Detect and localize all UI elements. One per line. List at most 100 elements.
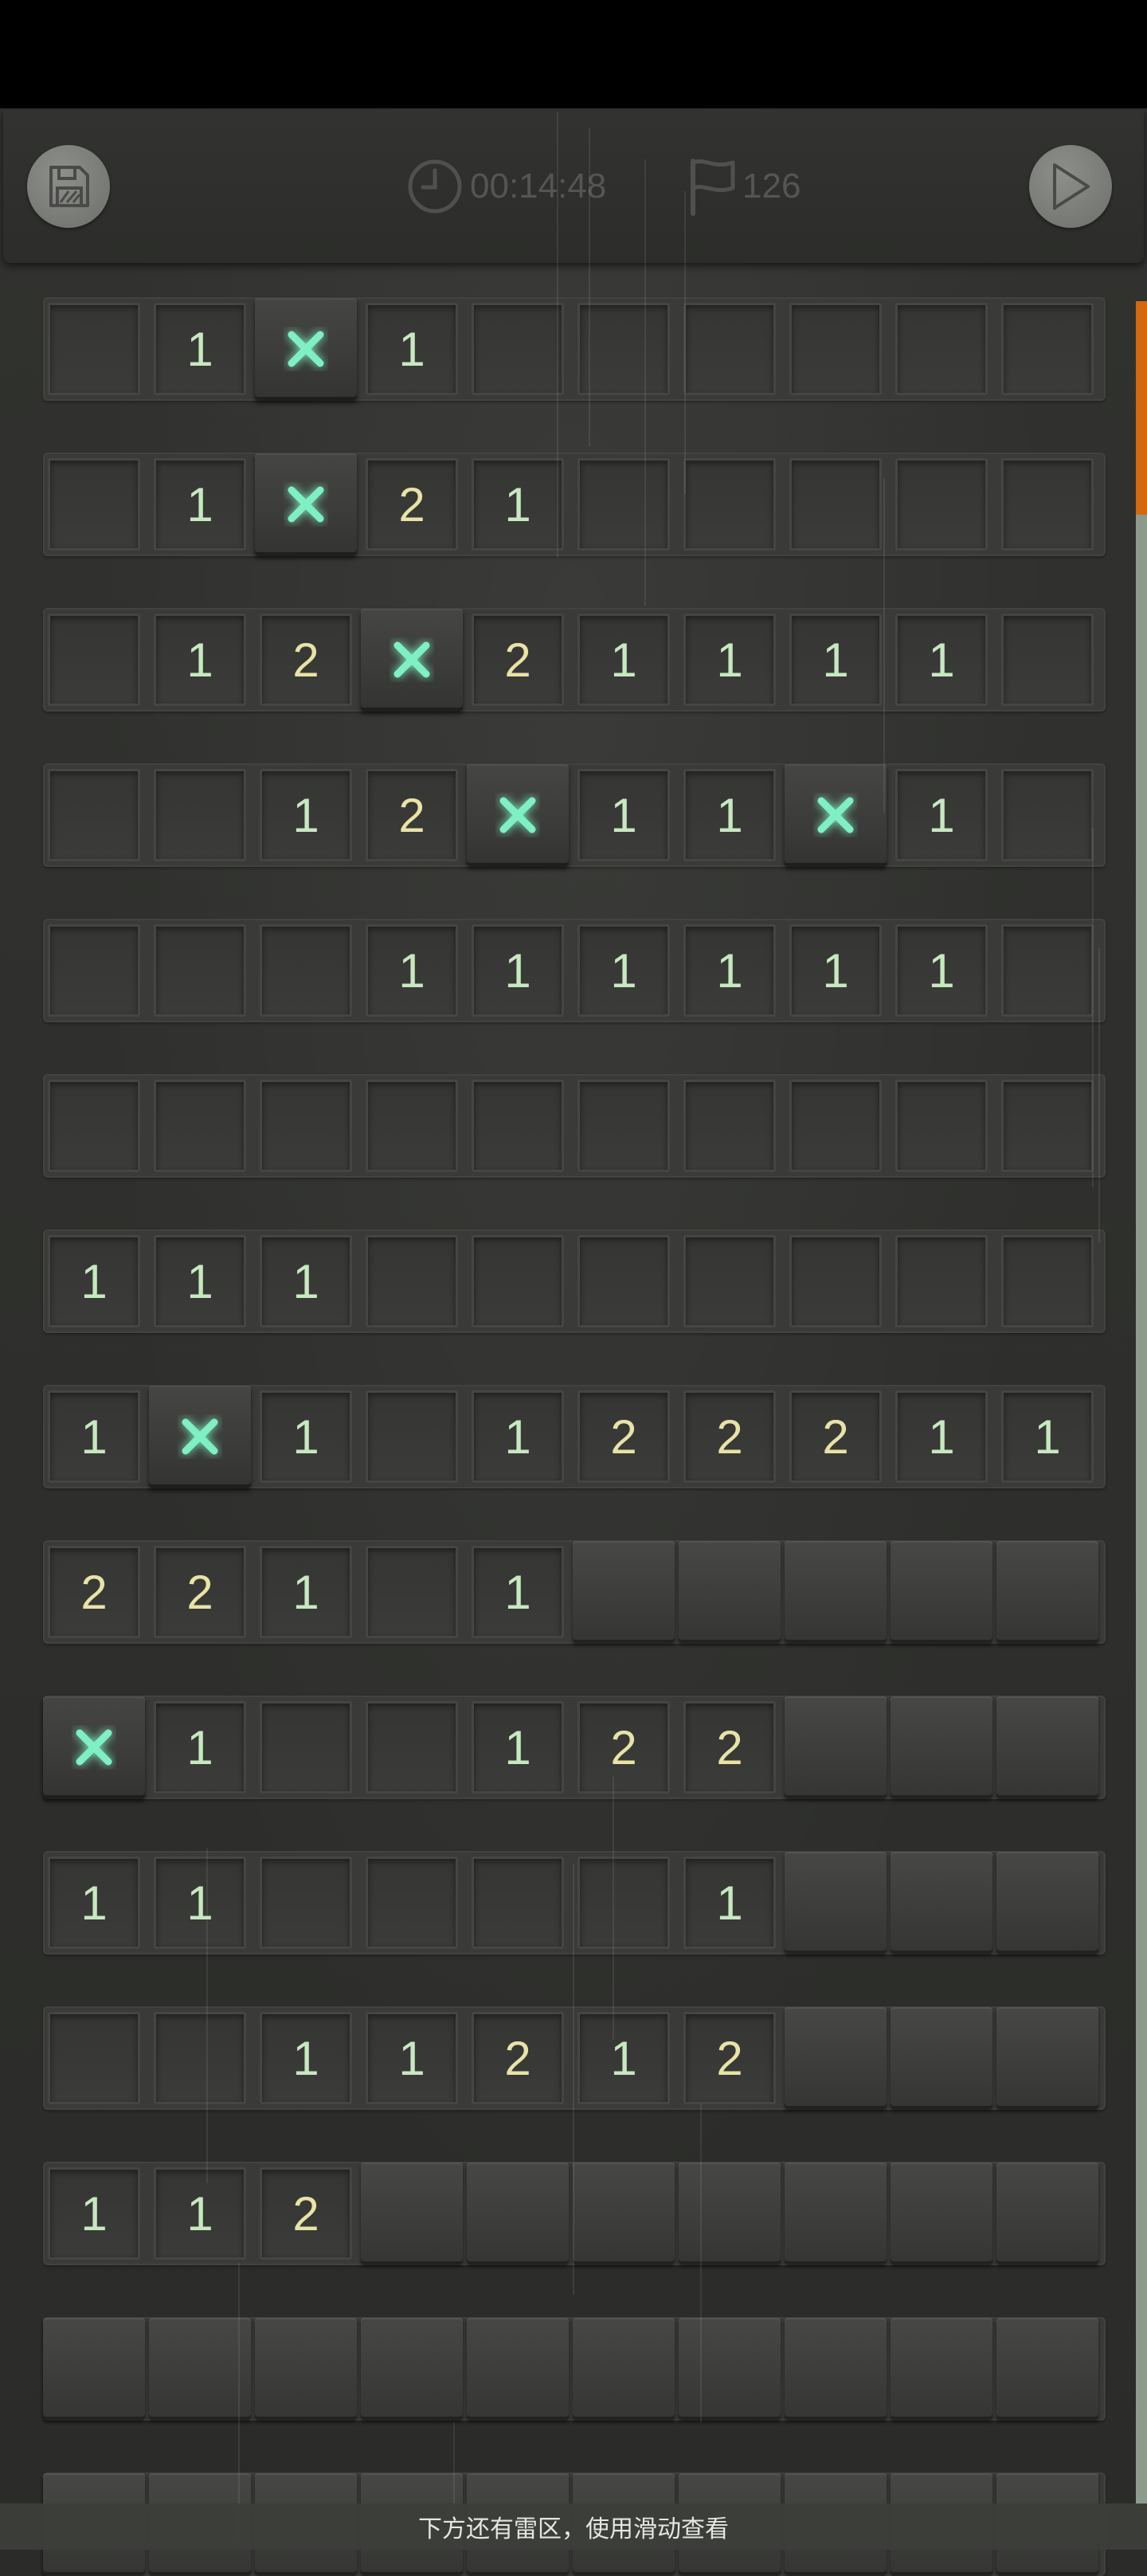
empty-cell[interactable]: [48, 2012, 140, 2104]
number-cell[interactable]: 1: [154, 614, 246, 706]
flagged-mine-cell[interactable]: [43, 1696, 145, 1798]
number-cell[interactable]: 1: [683, 769, 776, 861]
scrollbar[interactable]: [1136, 301, 1147, 2504]
number-cell[interactable]: 1: [366, 924, 458, 1017]
number-cell[interactable]: 1: [683, 614, 776, 706]
number-cell[interactable]: 1: [48, 1857, 140, 1949]
empty-cell[interactable]: [577, 1857, 670, 1949]
number-cell[interactable]: 1: [366, 2012, 458, 2104]
number-cell[interactable]: 1: [154, 2167, 246, 2260]
number-cell[interactable]: 1: [154, 1857, 246, 1949]
number-cell[interactable]: 2: [260, 614, 352, 706]
empty-cell[interactable]: [683, 303, 776, 395]
empty-cell[interactable]: [1001, 1235, 1094, 1327]
unrevealed-cell[interactable]: [996, 2007, 1098, 2109]
number-cell[interactable]: 1: [472, 1546, 564, 1638]
number-cell[interactable]: 1: [895, 1390, 988, 1483]
save-button[interactable]: [27, 145, 110, 228]
unrevealed-cell[interactable]: [785, 1696, 887, 1798]
empty-cell[interactable]: [472, 1080, 564, 1172]
number-cell[interactable]: 1: [472, 458, 564, 551]
number-cell[interactable]: 2: [48, 1546, 140, 1638]
empty-cell[interactable]: [1001, 614, 1094, 706]
unrevealed-cell[interactable]: [891, 1541, 992, 1643]
empty-cell[interactable]: [366, 1701, 458, 1794]
empty-cell[interactable]: [48, 924, 140, 1017]
unrevealed-cell[interactable]: [785, 2318, 887, 2420]
unrevealed-cell[interactable]: [679, 2318, 781, 2420]
unrevealed-cell[interactable]: [785, 2162, 887, 2264]
empty-cell[interactable]: [366, 1080, 458, 1172]
number-cell[interactable]: 1: [260, 1546, 352, 1638]
empty-cell[interactable]: [48, 614, 140, 706]
number-cell[interactable]: 1: [789, 614, 882, 706]
number-cell[interactable]: 1: [366, 303, 458, 395]
empty-cell[interactable]: [154, 924, 246, 1017]
number-cell[interactable]: 1: [154, 1701, 246, 1794]
number-cell[interactable]: 1: [154, 303, 246, 395]
empty-cell[interactable]: [472, 303, 564, 395]
empty-cell[interactable]: [366, 1857, 458, 1949]
number-cell[interactable]: 2: [366, 769, 458, 861]
unrevealed-cell[interactable]: [679, 1541, 781, 1643]
empty-cell[interactable]: [683, 458, 776, 551]
number-cell[interactable]: 1: [260, 1390, 352, 1483]
number-cell[interactable]: 1: [895, 769, 988, 861]
flagged-mine-cell[interactable]: [149, 1386, 251, 1488]
number-cell[interactable]: 1: [48, 1390, 140, 1483]
empty-cell[interactable]: [1001, 1080, 1094, 1172]
number-cell[interactable]: 2: [683, 1390, 776, 1483]
unrevealed-cell[interactable]: [573, 2318, 675, 2420]
flagged-mine-cell[interactable]: [361, 609, 463, 711]
number-cell[interactable]: 2: [366, 458, 458, 551]
scrollbar-thumb[interactable]: [1136, 301, 1147, 515]
number-cell[interactable]: 1: [577, 924, 670, 1017]
flagged-mine-cell[interactable]: [467, 764, 569, 866]
empty-cell[interactable]: [260, 924, 352, 1017]
number-cell[interactable]: 2: [154, 1546, 246, 1638]
number-cell[interactable]: 1: [48, 1235, 140, 1327]
number-cell[interactable]: 1: [260, 2012, 352, 2104]
empty-cell[interactable]: [683, 1080, 776, 1172]
empty-cell[interactable]: [789, 303, 882, 395]
unrevealed-cell[interactable]: [43, 2318, 145, 2420]
empty-cell[interactable]: [48, 769, 140, 861]
empty-cell[interactable]: [260, 1857, 352, 1949]
empty-cell[interactable]: [895, 458, 988, 551]
number-cell[interactable]: 2: [472, 614, 564, 706]
unrevealed-cell[interactable]: [996, 1696, 1098, 1798]
number-cell[interactable]: 1: [472, 924, 564, 1017]
number-cell[interactable]: 1: [683, 924, 776, 1017]
unrevealed-cell[interactable]: [361, 2318, 463, 2420]
empty-cell[interactable]: [577, 1235, 670, 1327]
number-cell[interactable]: 1: [48, 2167, 140, 2260]
empty-cell[interactable]: [48, 458, 140, 551]
empty-cell[interactable]: [895, 1235, 988, 1327]
play-button[interactable]: [1029, 145, 1112, 228]
unrevealed-cell[interactable]: [679, 2162, 781, 2264]
number-cell[interactable]: 1: [472, 1701, 564, 1794]
empty-cell[interactable]: [789, 1235, 882, 1327]
empty-cell[interactable]: [683, 1235, 776, 1327]
unrevealed-cell[interactable]: [785, 2007, 887, 2109]
number-cell[interactable]: 2: [577, 1390, 670, 1483]
number-cell[interactable]: 2: [683, 2012, 776, 2104]
empty-cell[interactable]: [895, 1080, 988, 1172]
unrevealed-cell[interactable]: [573, 1541, 675, 1643]
number-cell[interactable]: 1: [577, 614, 670, 706]
empty-cell[interactable]: [260, 1701, 352, 1794]
empty-cell[interactable]: [1001, 924, 1094, 1017]
unrevealed-cell[interactable]: [996, 1852, 1098, 1954]
unrevealed-cell[interactable]: [361, 2162, 463, 2264]
number-cell[interactable]: 1: [577, 2012, 670, 2104]
unrevealed-cell[interactable]: [996, 1541, 1098, 1643]
number-cell[interactable]: 2: [683, 1701, 776, 1794]
flagged-mine-cell[interactable]: [255, 298, 357, 400]
number-cell[interactable]: 1: [683, 1857, 776, 1949]
empty-cell[interactable]: [154, 1080, 246, 1172]
number-cell[interactable]: 1: [472, 1390, 564, 1483]
unrevealed-cell[interactable]: [891, 2162, 992, 2264]
empty-cell[interactable]: [789, 1080, 882, 1172]
empty-cell[interactable]: [577, 1080, 670, 1172]
unrevealed-cell[interactable]: [467, 2318, 569, 2420]
